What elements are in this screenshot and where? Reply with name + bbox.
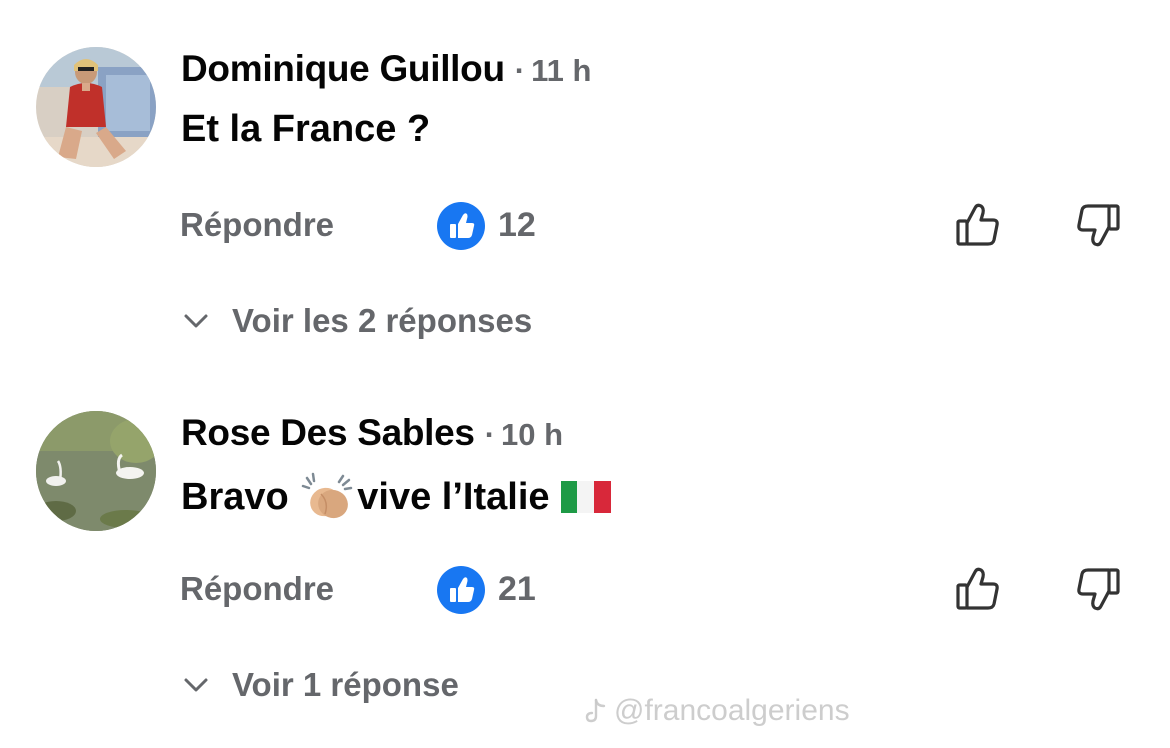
comment-text: Et la France ? — [181, 108, 431, 150]
view-replies-button[interactable]: Voir les 2 réponses — [180, 302, 532, 340]
avatar[interactable] — [36, 411, 156, 531]
view-replies-label: Voir 1 réponse — [232, 666, 459, 703]
like-count: 12 — [498, 206, 536, 244]
like-badge-icon — [437, 202, 485, 250]
reply-button[interactable]: Répondre — [180, 570, 334, 608]
view-replies-button[interactable]: Voir 1 réponse — [180, 666, 459, 704]
clapping-hands-emoji — [302, 472, 353, 519]
watermark: @francoalgeriens — [584, 694, 850, 728]
view-replies-label: Voir les 2 réponses — [232, 302, 533, 339]
tiktok-icon — [585, 698, 606, 723]
comment-header: Rose Des Sables · 10 h — [181, 412, 563, 458]
reply-button[interactable]: Répondre — [180, 206, 334, 244]
like-badge-icon — [437, 566, 485, 614]
author-name[interactable]: Dominique Guillou — [181, 48, 505, 90]
chevron-down-icon — [184, 678, 208, 692]
watermark-text: @francoalgeriens — [614, 694, 850, 727]
chevron-down-icon — [184, 314, 208, 328]
comment-text-part: vive l’Italie — [357, 475, 561, 518]
author-name[interactable]: Rose Des Sables — [181, 412, 475, 454]
thumbs-up-icon[interactable] — [953, 200, 1003, 250]
avatar[interactable] — [36, 47, 156, 167]
comment-text: Bravo vive l’Italie — [181, 472, 612, 522]
timestamp: · 11 h — [514, 53, 592, 88]
comment-item: Dominique Guillou · 11 h Et la France ? R… — [0, 0, 1170, 364]
comment-header: Dominique Guillou · 11 h — [181, 48, 591, 94]
like-count: 21 — [498, 570, 536, 608]
thumbs-up-icon[interactable] — [953, 564, 1003, 614]
timestamp-value: 11 h — [531, 53, 592, 88]
comment-text-part: Bravo — [181, 475, 300, 518]
comment-item: Rose Des Sables · 10 h Bravo vive l’Itali… — [0, 364, 1170, 728]
thumbs-down-icon[interactable] — [1073, 200, 1123, 250]
italy-flag-emoji — [561, 481, 612, 513]
timestamp: · 10 h — [484, 417, 564, 452]
thumbs-down-icon[interactable] — [1073, 564, 1123, 614]
timestamp-value: 10 h — [501, 417, 564, 452]
